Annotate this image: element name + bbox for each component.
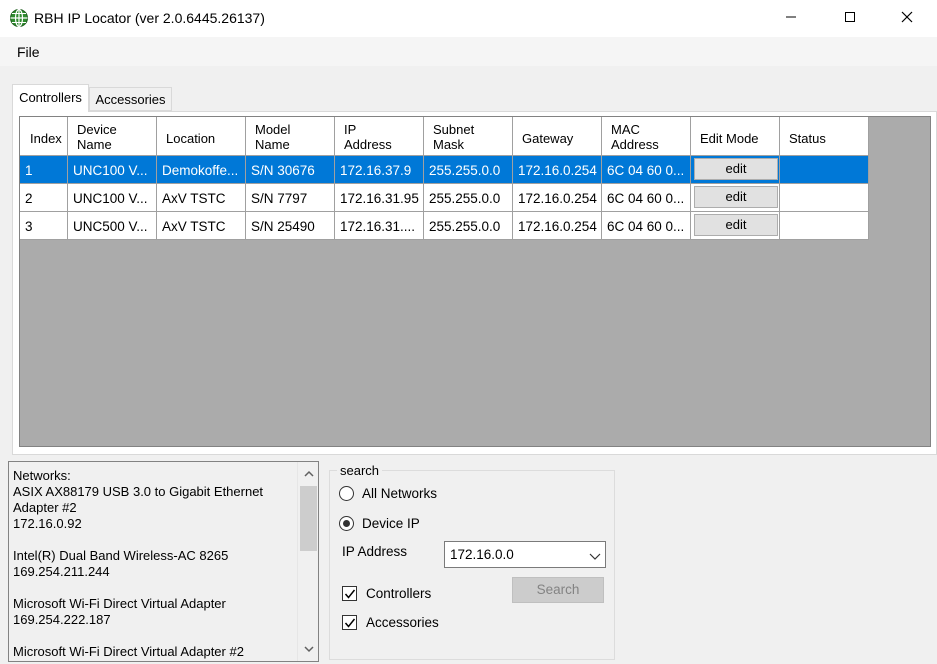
header-model-name[interactable]: Model Name [246,117,335,156]
ip-address-value: 172.16.0.0 [450,547,514,562]
controllers-label[interactable]: Controllers [366,586,431,601]
checkmark-icon [344,618,356,628]
globe-icon [9,8,29,28]
all-networks-radio[interactable] [339,486,354,501]
controllers-checkbox[interactable] [342,586,357,601]
menu-bar: File [0,37,937,66]
accessories-label[interactable]: Accessories [366,615,439,630]
window-title: RBH IP Locator (ver 2.0.6445.26137) [34,10,265,26]
scroll-down-button[interactable] [298,637,318,659]
cell-location[interactable]: AxV TSTC [157,212,246,240]
cell-location[interactable]: Demokoffe... [157,156,246,184]
search-button[interactable]: Search [512,577,604,603]
cell-mac-address[interactable]: 6C 04 60 0... [602,156,691,184]
ip-address-dropdown[interactable]: 172.16.0.0 [444,541,606,568]
accessories-checkbox[interactable] [342,615,357,630]
cell-status[interactable] [780,184,869,212]
title-bar: RBH IP Locator (ver 2.0.6445.26137) [0,0,937,37]
cell-device-name[interactable]: UNC500 V... [68,212,157,240]
cell-mac-address[interactable]: 6C 04 60 0... [602,212,691,240]
cell-index[interactable]: 2 [20,184,68,212]
cell-model-name[interactable]: S/N 25490 [246,212,335,240]
minimize-icon [785,11,797,26]
close-button[interactable] [884,0,930,36]
tab-accessories[interactable]: Accessories [89,87,172,111]
all-networks-label[interactable]: All Networks [362,486,437,501]
cell-model-name[interactable]: S/N 30676 [246,156,335,184]
cell-subnet-mask[interactable]: 255.255.0.0 [424,156,513,184]
grid-header-row: Index Device Name Location Model Name IP… [20,117,869,156]
header-subnet-mask[interactable]: Subnet Mask [424,117,513,156]
device-ip-label[interactable]: Device IP [362,516,420,531]
chevron-up-icon [303,466,314,481]
header-mac-address[interactable]: MAC Address [602,117,691,156]
minimize-button[interactable] [768,0,814,36]
header-status[interactable]: Status [780,117,869,156]
close-icon [901,11,913,26]
cell-status[interactable] [780,212,869,240]
cell-edit-mode: edit [691,156,780,184]
cell-model-name[interactable]: S/N 7797 [246,184,335,212]
tab-controllers[interactable]: Controllers [12,84,89,112]
cell-device-name[interactable]: UNC100 V... [68,156,157,184]
header-ip-address[interactable]: IP Address [335,117,424,156]
cell-gateway[interactable]: 172.16.0.254 [513,212,602,240]
edit-button[interactable]: edit [694,158,778,180]
header-gateway[interactable]: Gateway [513,117,602,156]
cell-index[interactable]: 1 [20,156,68,184]
chevron-down-icon [589,549,601,564]
cell-mac-address[interactable]: 6C 04 60 0... [602,184,691,212]
header-device-name[interactable]: Device Name [68,117,157,156]
networks-scrollbar[interactable] [297,462,318,661]
cell-edit-mode: edit [691,184,780,212]
edit-button[interactable]: edit [694,214,778,236]
table-row[interactable]: 3 UNC500 V... AxV TSTC S/N 25490 172.16.… [20,212,869,240]
cell-edit-mode: edit [691,212,780,240]
cell-location[interactable]: AxV TSTC [157,184,246,212]
menu-file[interactable]: File [17,44,40,60]
checkmark-icon [344,589,356,599]
device-ip-radio[interactable] [339,516,354,531]
cell-status[interactable] [780,156,869,184]
scroll-up-button[interactable] [298,462,318,484]
header-location[interactable]: Location [157,117,246,156]
cell-gateway[interactable]: 172.16.0.254 [513,156,602,184]
cell-subnet-mask[interactable]: 255.255.0.0 [424,184,513,212]
networks-textbox[interactable]: Networks: ASIX AX88179 USB 3.0 to Gigabi… [8,461,319,662]
cell-device-name[interactable]: UNC100 V... [68,184,157,212]
controllers-grid[interactable]: Index Device Name Location Model Name IP… [19,116,931,447]
cell-subnet-mask[interactable]: 255.255.0.0 [424,212,513,240]
header-index[interactable]: Index [20,117,68,156]
ip-address-label: IP Address [342,544,408,559]
cell-ip-address[interactable]: 172.16.31.95 [335,184,424,212]
chevron-down-icon [303,641,314,656]
cell-gateway[interactable]: 172.16.0.254 [513,184,602,212]
maximize-icon [844,11,856,26]
edit-button[interactable]: edit [694,186,778,208]
cell-ip-address[interactable]: 172.16.37.9 [335,156,424,184]
scroll-thumb[interactable] [300,486,317,551]
search-legend: search [337,463,383,478]
maximize-button[interactable] [827,0,873,36]
networks-text: Networks: ASIX AX88179 USB 3.0 to Gigabi… [13,468,264,659]
table-row[interactable]: 1 UNC100 V... Demokoffe... S/N 30676 172… [20,156,869,184]
table-row[interactable]: 2 UNC100 V... AxV TSTC S/N 7797 172.16.3… [20,184,869,212]
cell-index[interactable]: 3 [20,212,68,240]
header-edit-mode[interactable]: Edit Mode [691,117,780,156]
cell-ip-address[interactable]: 172.16.31.... [335,212,424,240]
